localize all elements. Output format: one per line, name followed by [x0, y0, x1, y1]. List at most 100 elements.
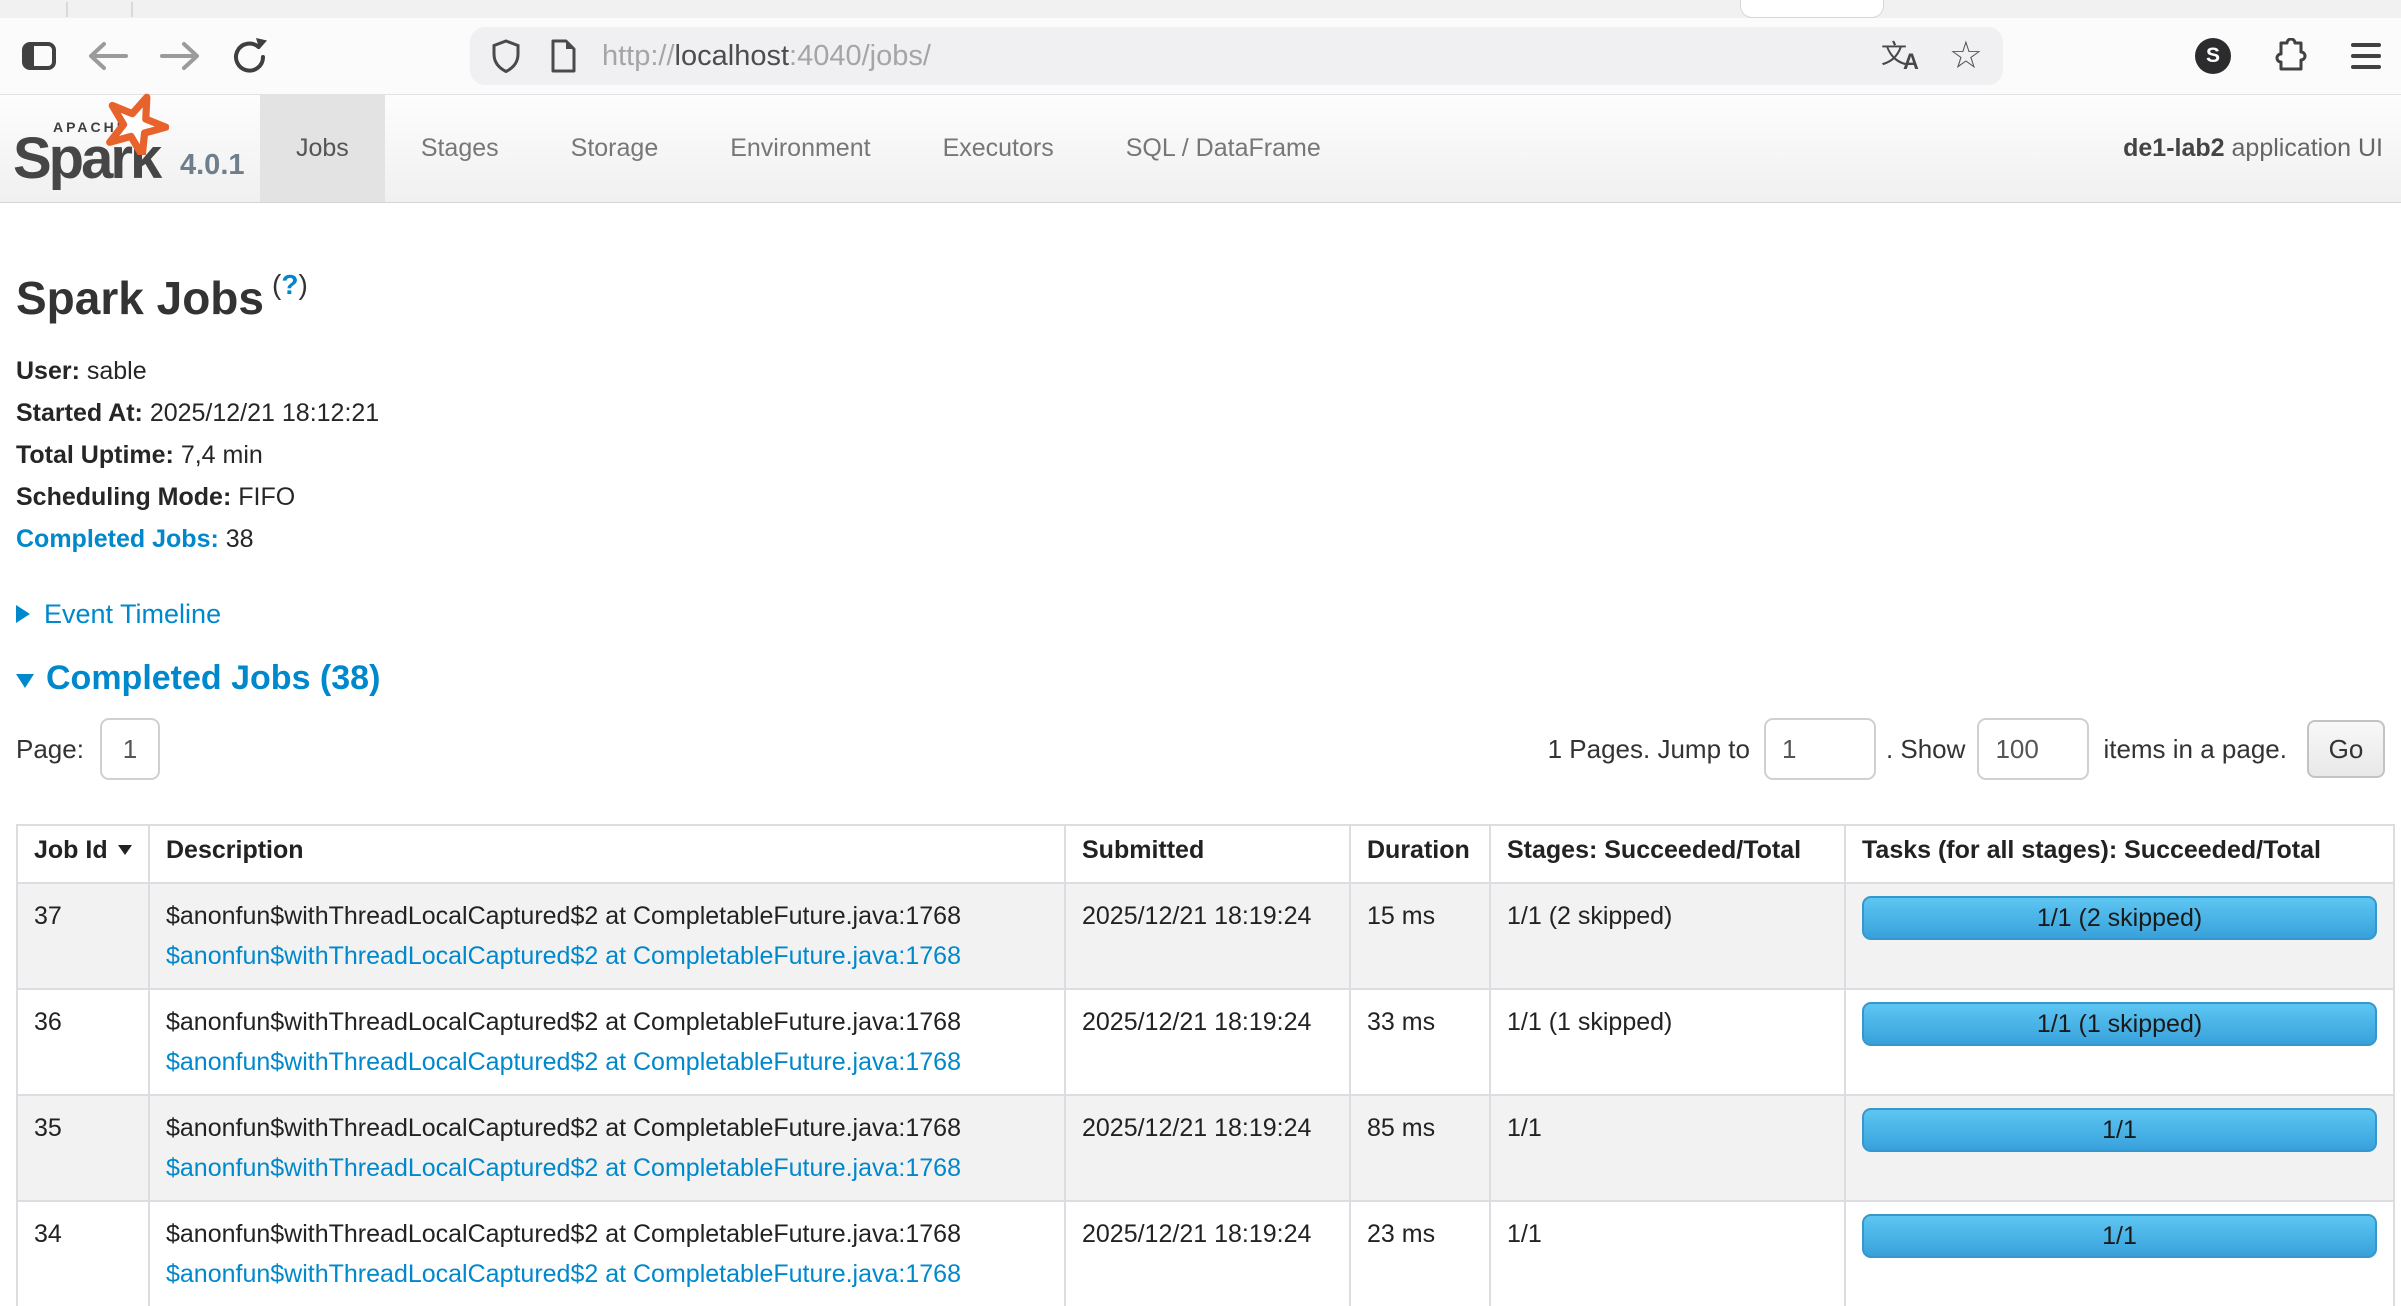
- page-number-input[interactable]: [100, 718, 160, 780]
- url-text: http://localhost:4040/jobs/: [602, 40, 931, 73]
- translate-icon[interactable]: 文A: [1881, 41, 1923, 67]
- tasks-cell: 1/1 (2 skipped): [1845, 883, 2394, 989]
- meta-completed-jobs: Completed Jobs: 38: [16, 518, 2385, 560]
- nav-tab-jobs[interactable]: Jobs: [260, 95, 385, 202]
- sort-desc-icon: [118, 845, 132, 855]
- job-id-cell: 36: [17, 989, 149, 1095]
- items-per-page-text: items in a page.: [2103, 734, 2287, 765]
- completed-jobs-section-toggle[interactable]: Completed Jobs (38): [16, 656, 2385, 700]
- nav-tab-executors[interactable]: Executors: [907, 95, 1090, 202]
- url-bar[interactable]: http://localhost:4040/jobs/ 文A ☆: [470, 27, 2003, 85]
- submitted-cell: 2025/12/21 18:19:24: [1065, 883, 1350, 989]
- back-arrow-icon: [86, 39, 130, 73]
- shield-icon[interactable]: [490, 38, 522, 74]
- column-header-submitted[interactable]: Submitted: [1065, 825, 1350, 883]
- submitted-cell: 2025/12/21 18:19:24: [1065, 1095, 1350, 1201]
- completed-jobs-link[interactable]: Completed Jobs:: [16, 525, 219, 553]
- back-button[interactable]: [86, 39, 130, 73]
- tasks-cell: 1/1: [1845, 1095, 2394, 1201]
- application-name: de1-lab2: [2123, 134, 2224, 162]
- table-row: 37 $anonfun$withThreadLocalCaptured$2 at…: [17, 883, 2394, 989]
- column-header-job-id[interactable]: Job Id: [17, 825, 149, 883]
- tasks-progress-bar: 1/1: [1862, 1108, 2377, 1152]
- table-row: 36 $anonfun$withThreadLocalCaptured$2 at…: [17, 989, 2394, 1095]
- reload-icon: [230, 36, 270, 76]
- page-label: Page:: [16, 734, 84, 765]
- description-cell: $anonfun$withThreadLocalCaptured$2 at Co…: [149, 1201, 1065, 1306]
- tasks-progress-bar: 1/1 (1 skipped): [1862, 1002, 2377, 1046]
- go-button[interactable]: Go: [2307, 720, 2385, 778]
- table-row: 34 $anonfun$withThreadLocalCaptured$2 at…: [17, 1201, 2394, 1306]
- page-content: Spark Jobs(?) User: sable Started At: 20…: [0, 259, 2401, 1306]
- browser-toolbar: http://localhost:4040/jobs/ 文A ☆ S: [0, 18, 2401, 95]
- spark-navbar: APACHE Spark 4.0.1 Jobs Stages Storage E…: [0, 95, 2401, 203]
- tab-separator: [66, 2, 68, 17]
- extension-s-badge[interactable]: S: [2195, 38, 2231, 74]
- tasks-progress-bar: 1/1: [1862, 1214, 2377, 1258]
- nav-tab-environment[interactable]: Environment: [694, 95, 906, 202]
- bookmark-star-icon[interactable]: ☆: [1949, 37, 1983, 75]
- show-text: . Show: [1886, 734, 1966, 765]
- extensions-puzzle-icon[interactable]: [2273, 38, 2309, 74]
- page-info-icon[interactable]: [548, 38, 578, 74]
- spark-star-icon: [103, 93, 169, 155]
- nav-tab-sql-dataframe[interactable]: SQL / DataFrame: [1090, 95, 1357, 202]
- meta-started-at: Started At: 2025/12/21 18:12:21: [16, 392, 2385, 434]
- table-row: 35 $anonfun$withThreadLocalCaptured$2 at…: [17, 1095, 2394, 1201]
- forward-button[interactable]: [158, 39, 202, 73]
- submitted-cell: 2025/12/21 18:19:24: [1065, 989, 1350, 1095]
- menu-hamburger-icon[interactable]: [2351, 43, 2381, 69]
- active-browser-tab[interactable]: [1740, 0, 1884, 18]
- description-text: $anonfun$withThreadLocalCaptured$2 at Co…: [166, 1002, 1048, 1042]
- application-suffix: application UI: [2225, 134, 2383, 162]
- browser-tab-strip: [0, 0, 2401, 18]
- event-timeline-toggle[interactable]: Event Timeline: [16, 594, 2385, 634]
- description-text: $anonfun$withThreadLocalCaptured$2 at Co…: [166, 1214, 1048, 1254]
- stages-cell: 1/1: [1490, 1201, 1845, 1306]
- help-sup: (?): [272, 269, 308, 300]
- url-host: localhost: [675, 40, 789, 72]
- nav-tab-storage[interactable]: Storage: [535, 95, 695, 202]
- tab-separator: [131, 2, 133, 17]
- pagination-bar: Page: 1 Pages. Jump to . Show items in a…: [16, 716, 2385, 782]
- description-cell: $anonfun$withThreadLocalCaptured$2 at Co…: [149, 883, 1065, 989]
- expanded-arrow-icon: [16, 674, 34, 688]
- meta-user: User: sable: [16, 350, 2385, 392]
- description-link[interactable]: $anonfun$withThreadLocalCaptured$2 at Co…: [166, 1148, 961, 1188]
- tasks-cell: 1/1: [1845, 1201, 2394, 1306]
- jump-to-page-input[interactable]: [1764, 718, 1876, 780]
- sidebar-toggle-button[interactable]: [20, 39, 58, 73]
- duration-cell: 85 ms: [1350, 1095, 1490, 1201]
- description-link[interactable]: $anonfun$withThreadLocalCaptured$2 at Co…: [166, 1254, 961, 1294]
- duration-cell: 23 ms: [1350, 1201, 1490, 1306]
- description-cell: $anonfun$withThreadLocalCaptured$2 at Co…: [149, 989, 1065, 1095]
- spark-nav: Jobs Stages Storage Environment Executor…: [260, 95, 1357, 202]
- stages-cell: 1/1: [1490, 1095, 1845, 1201]
- meta-scheduling-mode: Scheduling Mode: FIFO: [16, 476, 2385, 518]
- column-header-description[interactable]: Description: [149, 825, 1065, 883]
- column-header-tasks[interactable]: Tasks (for all stages): Succeeded/Total: [1845, 825, 2394, 883]
- tasks-progress-bar: 1/1 (2 skipped): [1862, 896, 2377, 940]
- sidebar-toggle-icon: [20, 39, 58, 73]
- spark-logo[interactable]: APACHE Spark 4.0.1: [0, 95, 260, 202]
- job-id-cell: 37: [17, 883, 149, 989]
- spark-version: 4.0.1: [180, 149, 245, 182]
- column-header-duration[interactable]: Duration: [1350, 825, 1490, 883]
- nav-tab-stages[interactable]: Stages: [385, 95, 535, 202]
- items-per-page-input[interactable]: [1977, 718, 2089, 780]
- help-link[interactable]: ?: [281, 269, 298, 300]
- meta-total-uptime: Total Uptime: 7,4 min: [16, 434, 2385, 476]
- description-link[interactable]: $anonfun$withThreadLocalCaptured$2 at Co…: [166, 1042, 961, 1082]
- job-id-cell: 35: [17, 1095, 149, 1201]
- job-summary: User: sable Started At: 2025/12/21 18:12…: [16, 350, 2385, 560]
- column-header-stages[interactable]: Stages: Succeeded/Total: [1490, 825, 1845, 883]
- description-link[interactable]: $anonfun$withThreadLocalCaptured$2 at Co…: [166, 936, 961, 976]
- completed-jobs-table: Job Id Description Submitted Duration St…: [16, 824, 2395, 1306]
- browser-window: http://localhost:4040/jobs/ 文A ☆ S APACH…: [0, 0, 2401, 1306]
- tasks-cell: 1/1 (1 skipped): [1845, 989, 2394, 1095]
- page-title: Spark Jobs(?): [16, 259, 2385, 324]
- application-title: de1-lab2 application UI: [2123, 134, 2401, 163]
- submitted-cell: 2025/12/21 18:19:24: [1065, 1201, 1350, 1306]
- reload-button[interactable]: [230, 36, 270, 76]
- collapsed-arrow-icon: [16, 605, 30, 623]
